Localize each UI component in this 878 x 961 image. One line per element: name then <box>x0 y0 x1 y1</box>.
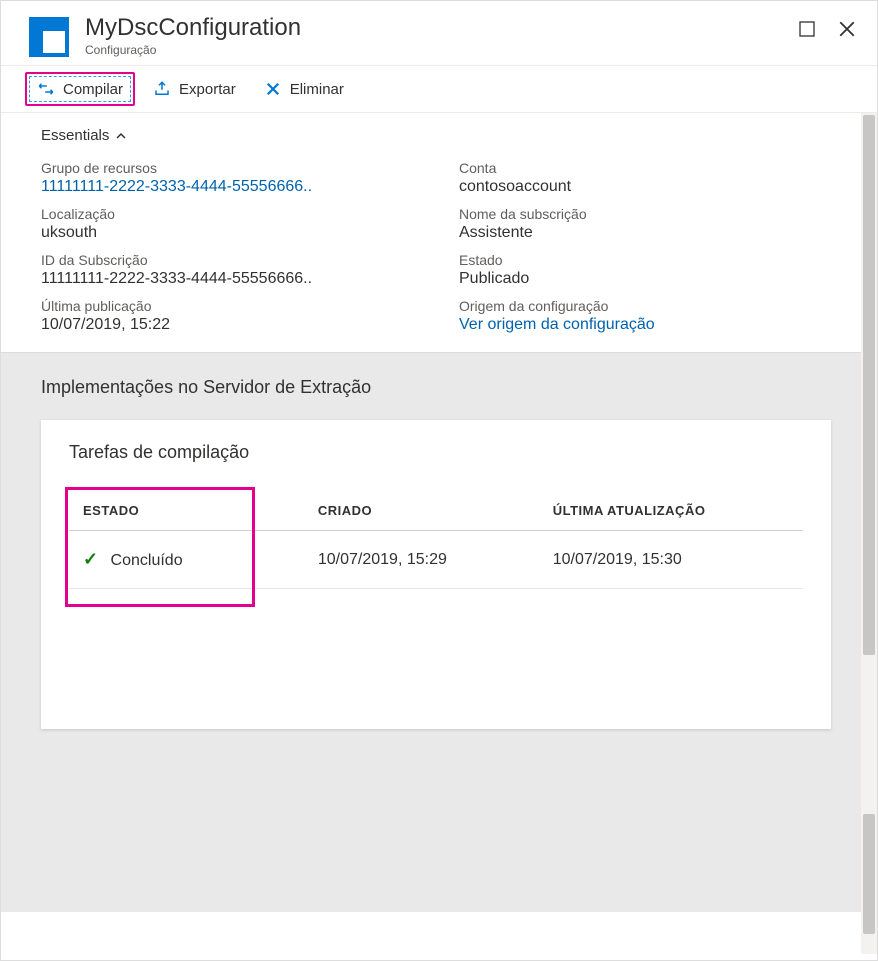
location-value: uksouth <box>41 224 429 242</box>
subscription-name-field: Nome da subscrição Assistente <box>459 206 847 242</box>
resource-group-field: Grupo de recursos 11111111-2222-3333-444… <box>41 160 429 196</box>
config-source-link[interactable]: Ver origem da configuração <box>459 316 847 334</box>
table-header-row: ESTADO CRIADO ÚLTIMA ATUALIZAÇÃO <box>69 491 803 531</box>
subscription-name-value: Assistente <box>459 224 847 242</box>
cell-created: 10/07/2019, 15:29 <box>304 531 539 589</box>
delete-button[interactable]: Eliminar <box>254 74 354 104</box>
col-status[interactable]: ESTADO <box>69 491 304 531</box>
config-source-field: Origem da configuração Ver origem da con… <box>459 298 847 334</box>
compile-icon <box>37 80 55 98</box>
subscription-id-label: ID da Subscrição <box>41 252 429 268</box>
status-value: Publicado <box>459 270 847 288</box>
card-title: Tarefas de compilação <box>69 442 803 463</box>
deploy-heading: Implementações no Servidor de Extração <box>41 377 831 398</box>
cell-status: ✓ Concluído <box>69 531 304 589</box>
jobs-table: ESTADO CRIADO ÚLTIMA ATUALIZAÇÃO ✓ Concl… <box>69 491 803 589</box>
blade-header: MyDscConfiguration Configuração <box>1 1 877 66</box>
account-label: Conta <box>459 160 847 176</box>
table-row[interactable]: ✓ Concluído 10/07/2019, 15:29 10/07/2019… <box>69 531 803 589</box>
maximize-button[interactable] <box>797 19 817 39</box>
delete-icon <box>264 80 282 98</box>
delete-label: Eliminar <box>290 81 344 98</box>
compile-jobs-card: Tarefas de compilação ESTADO CRIADO ÚLTI… <box>41 420 831 729</box>
close-button[interactable] <box>837 19 857 39</box>
deploy-section: Implementações no Servidor de Extração T… <box>1 352 861 912</box>
chevron-up-icon <box>115 130 127 142</box>
resource-group-label: Grupo de recursos <box>41 160 429 176</box>
essentials-section: Essentials Grupo de recursos 11111111-22… <box>1 113 877 352</box>
compile-button[interactable]: Compilar <box>27 74 133 104</box>
config-source-label: Origem da configuração <box>459 298 847 314</box>
subscription-id-field: ID da Subscrição 11111111-2222-3333-4444… <box>41 252 429 288</box>
export-button[interactable]: Exportar <box>143 74 246 104</box>
account-field: Conta contosoaccount <box>459 160 847 196</box>
col-created[interactable]: CRIADO <box>304 491 539 531</box>
cell-updated: 10/07/2019, 15:30 <box>539 531 803 589</box>
essentials-toggle[interactable]: Essentials <box>41 127 127 144</box>
location-field: Localização uksouth <box>41 206 429 242</box>
subscription-name-label: Nome da subscrição <box>459 206 847 222</box>
scrollbar-thumb-upper[interactable] <box>863 115 875 655</box>
status-text: Concluído <box>111 552 183 569</box>
subscription-id-value: 11111111-2222-3333-4444-55556666.. <box>41 270 429 288</box>
status-label: Estado <box>459 252 847 268</box>
toolbar: Compilar Exportar Eliminar <box>1 66 877 113</box>
scrollbar-thumb-lower[interactable] <box>863 814 875 934</box>
location-label: Localização <box>41 206 429 222</box>
vertical-scrollbar[interactable] <box>861 113 877 954</box>
last-published-label: Última publicação <box>41 298 429 314</box>
page-subtitle: Configuração <box>85 43 301 57</box>
compile-label: Compilar <box>63 81 123 98</box>
last-published-value: 10/07/2019, 15:22 <box>41 316 429 334</box>
essentials-toggle-label: Essentials <box>41 127 109 144</box>
account-value: contosoaccount <box>459 178 847 196</box>
highlight-compile: Compilar <box>25 72 135 106</box>
header-text: MyDscConfiguration Configuração <box>85 15 301 57</box>
export-label: Exportar <box>179 81 236 98</box>
page-title: MyDscConfiguration <box>85 15 301 41</box>
configuration-icon <box>29 17 69 57</box>
status-field: Estado Publicado <box>459 252 847 288</box>
col-updated[interactable]: ÚLTIMA ATUALIZAÇÃO <box>539 491 803 531</box>
check-icon: ✓ <box>83 549 98 569</box>
export-icon <box>153 80 171 98</box>
last-published-field: Última publicação 10/07/2019, 15:22 <box>41 298 429 334</box>
content-area: Essentials Grupo de recursos 11111111-22… <box>1 113 877 954</box>
resource-group-link[interactable]: 11111111-2222-3333-4444-55556666.. <box>41 178 429 196</box>
